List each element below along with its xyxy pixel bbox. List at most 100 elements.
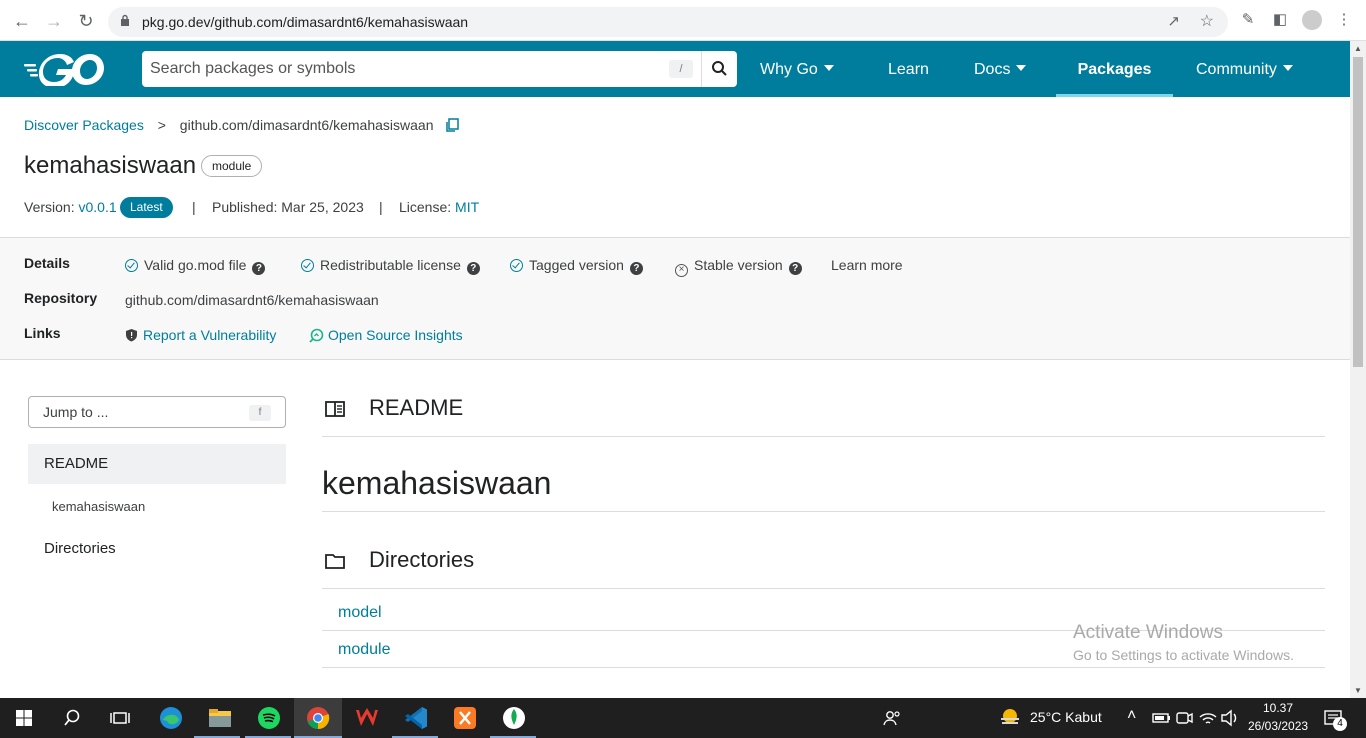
- nav-docs-label: Docs: [974, 61, 1011, 78]
- valid-gomod-item: Valid go.mod file?: [125, 257, 266, 275]
- clock-time[interactable]: 10.37: [1263, 701, 1293, 715]
- windows-taskbar: 25°C Kabut ˄ 10.37 26/03/2023 4: [0, 698, 1366, 738]
- check-circle-icon: [510, 259, 523, 272]
- report-vuln-link[interactable]: Report a Vulnerability: [143, 327, 276, 343]
- page-scrollbar[interactable]: ▲ ▼: [1350, 41, 1366, 698]
- redistributable-label: Redistributable license: [320, 257, 461, 273]
- activate-windows-subtitle: Go to Settings to activate Windows.: [1073, 647, 1294, 663]
- nav-community-label: Community: [1196, 61, 1277, 78]
- scroll-down-icon[interactable]: ▼: [1354, 686, 1362, 695]
- readme-section-header: README: [322, 383, 1325, 437]
- stable-version-item: × Stable version?: [675, 257, 802, 277]
- redistributable-item: Redistributable license?: [301, 257, 480, 275]
- published-date: Published: Mar 25, 2023: [212, 199, 364, 215]
- forward-icon[interactable]: →: [42, 9, 66, 33]
- open-source-insights-item[interactable]: Open Source Insights: [309, 327, 463, 343]
- nav-learn[interactable]: Learn: [876, 41, 941, 97]
- x-circle-icon: ×: [675, 264, 688, 277]
- people-icon[interactable]: [878, 704, 906, 732]
- breadcrumb-path: github.com/dimasardnt6/kemahasiswaan: [179, 117, 434, 133]
- details-label: Details: [24, 255, 70, 271]
- browser-toolbar: ← → ↻ pkg.go.dev/github.com/dimasardnt6/…: [0, 0, 1366, 41]
- chevron-down-icon: [1282, 65, 1293, 71]
- breadcrumb-separator: >: [157, 117, 166, 133]
- search-input[interactable]: [142, 51, 700, 87]
- license-label: License:: [399, 199, 452, 215]
- check-circle-icon: [301, 259, 314, 272]
- jump-shortcut-key: f: [249, 405, 271, 421]
- tray-expand-icon[interactable]: ˄: [1127, 707, 1136, 725]
- sidebar-item-directories[interactable]: Directories: [28, 540, 286, 557]
- chevron-down-icon: [823, 65, 834, 71]
- vscode-icon[interactable]: [402, 704, 430, 732]
- sidebar-item-readme[interactable]: README: [28, 444, 286, 484]
- weather-text[interactable]: 25°C Kabut: [1030, 709, 1102, 725]
- links-label: Links: [24, 325, 61, 341]
- help-icon[interactable]: ?: [466, 262, 480, 275]
- clock-date[interactable]: 26/03/2023: [1248, 719, 1308, 733]
- lock-icon: [121, 14, 129, 26]
- check-circle-icon: [125, 259, 138, 272]
- extensions-icon[interactable]: ✎: [1238, 10, 1258, 30]
- copy-icon[interactable]: [445, 118, 460, 132]
- search-shortcut-key: /: [669, 60, 693, 78]
- help-icon[interactable]: ?: [252, 262, 266, 275]
- bookmark-star-icon[interactable]: ☆: [1200, 11, 1214, 31]
- nav-community[interactable]: Community: [1184, 41, 1305, 97]
- weather-icon[interactable]: [996, 704, 1024, 732]
- breadcrumb: Discover Packages > github.com/dimasardn…: [24, 117, 460, 133]
- edge-icon[interactable]: [157, 704, 185, 732]
- profile-avatar[interactable]: [1302, 10, 1322, 30]
- latest-badge[interactable]: Latest: [120, 197, 173, 218]
- module-badge: module: [201, 155, 263, 177]
- details-panel: Details Repository Links Valid go.mod fi…: [0, 237, 1350, 360]
- search-button[interactable]: [701, 51, 737, 87]
- menu-kebab-icon[interactable]: ⋮: [1334, 10, 1354, 30]
- share-icon[interactable]: ↗: [1167, 12, 1180, 30]
- task-view-icon[interactable]: [106, 704, 134, 732]
- directory-link-module[interactable]: module: [338, 641, 390, 659]
- spotify-icon[interactable]: [255, 704, 283, 732]
- open-source-insights-link[interactable]: Open Source Insights: [328, 327, 463, 343]
- valid-gomod-label: Valid go.mod file: [144, 257, 247, 273]
- breadcrumb-discover-link[interactable]: Discover Packages: [24, 117, 144, 133]
- repository-link[interactable]: github.com/dimasardnt6/kemahasiswaan: [125, 292, 379, 308]
- jump-to-input[interactable]: [29, 397, 239, 427]
- go-logo[interactable]: [24, 52, 108, 86]
- learn-more-link[interactable]: Learn more: [831, 257, 903, 273]
- readme-heading: kemahasiswaan: [322, 465, 552, 501]
- version-link[interactable]: v0.0.1: [78, 199, 116, 215]
- directory-link-model[interactable]: model: [338, 604, 382, 622]
- search-icon[interactable]: [58, 704, 86, 732]
- meta-divider: |: [192, 199, 196, 215]
- tagged-version-label: Tagged version: [529, 257, 624, 273]
- folder-icon: [325, 554, 345, 569]
- xampp-icon[interactable]: [451, 704, 479, 732]
- windows-start-icon[interactable]: [10, 704, 38, 732]
- address-bar[interactable]: pkg.go.dev/github.com/dimasardnt6/kemaha…: [108, 7, 1228, 37]
- help-icon[interactable]: ?: [629, 262, 643, 275]
- nav-packages[interactable]: Packages: [1056, 41, 1173, 97]
- volume-icon[interactable]: [1216, 704, 1244, 732]
- back-icon[interactable]: ←: [10, 9, 34, 33]
- scroll-up-icon[interactable]: ▲: [1354, 44, 1362, 53]
- license-link[interactable]: MIT: [455, 199, 479, 215]
- file-explorer-icon[interactable]: [206, 704, 234, 732]
- nav-why-go[interactable]: Why Go: [748, 41, 846, 97]
- report-vuln-item[interactable]: Report a Vulnerability: [125, 327, 276, 343]
- side-panel-icon[interactable]: ◧: [1270, 10, 1290, 30]
- stable-version-label: Stable version: [694, 257, 783, 273]
- directories-section-header: Directories: [322, 535, 1325, 589]
- nav-docs[interactable]: Docs: [962, 41, 1038, 97]
- sidebar-subitem-kemahasiswaan[interactable]: kemahasiswaan: [52, 499, 145, 514]
- page-title: kemahasiswaan: [24, 152, 197, 179]
- scroll-thumb[interactable]: [1353, 57, 1363, 367]
- help-icon[interactable]: ?: [788, 262, 802, 275]
- mongodb-compass-icon[interactable]: [500, 704, 528, 732]
- chrome-icon[interactable]: [304, 704, 332, 732]
- insights-icon: [309, 328, 324, 343]
- wps-office-icon[interactable]: [353, 704, 381, 732]
- notification-count-badge: 4: [1333, 717, 1347, 731]
- reload-icon[interactable]: ↻: [74, 9, 98, 33]
- license-info: License: MIT: [399, 199, 479, 215]
